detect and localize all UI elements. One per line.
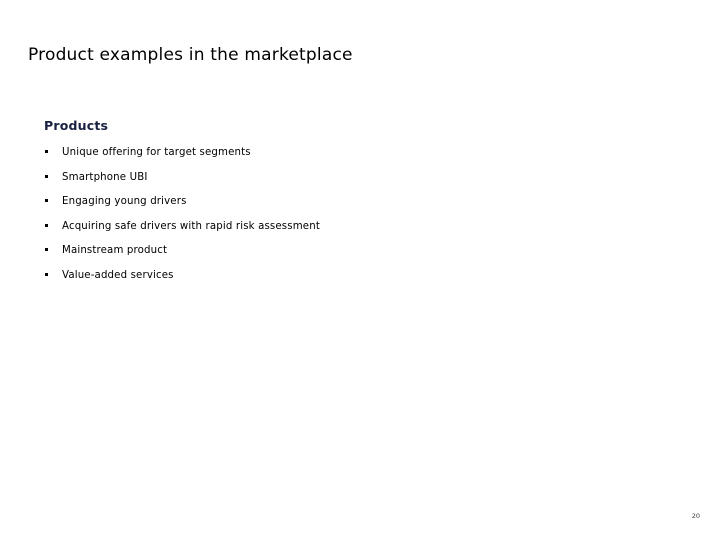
list-item: Unique offering for target segments bbox=[44, 146, 664, 171]
products-bullet-list: Unique offering for target segments Smar… bbox=[44, 146, 664, 293]
presentation-slide: Product examples in the marketplace Prod… bbox=[0, 0, 720, 540]
section-heading-products: Products bbox=[44, 118, 109, 133]
list-item-label: Unique offering for target segments bbox=[62, 147, 251, 158]
list-item-label: Engaging young drivers bbox=[62, 196, 187, 207]
list-item-label: Acquiring safe drivers with rapid risk a… bbox=[62, 220, 320, 232]
page-title: Product examples in the marketplace bbox=[28, 45, 353, 65]
list-item: Acquiring safe drivers with rapid risk a… bbox=[44, 220, 664, 245]
square-bullet-icon bbox=[45, 174, 48, 178]
list-item: Smartphone UBI bbox=[44, 171, 664, 196]
content-body: Products Unique offering for target segm… bbox=[44, 118, 664, 293]
list-item-label: Value-added services bbox=[62, 269, 174, 281]
list-item: Engaging young drivers bbox=[44, 195, 664, 220]
page-number: 20 bbox=[691, 512, 700, 520]
list-item-label: Mainstream product bbox=[62, 245, 168, 256]
square-bullet-icon bbox=[45, 248, 48, 251]
list-item: Mainstream product bbox=[44, 244, 664, 269]
list-item: Value-added services bbox=[44, 269, 664, 294]
square-bullet-icon bbox=[45, 199, 48, 202]
list-item-label: Smartphone UBI bbox=[62, 171, 148, 183]
square-bullet-icon bbox=[45, 223, 48, 227]
square-bullet-icon bbox=[45, 150, 48, 153]
square-bullet-icon bbox=[45, 272, 48, 276]
